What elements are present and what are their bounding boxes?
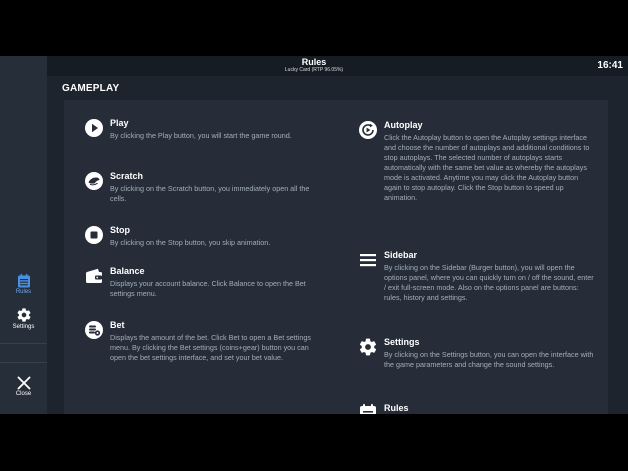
wallet-icon: [86, 268, 102, 283]
gear-icon: [17, 308, 30, 322]
gear-icon: [359, 338, 377, 356]
rules-content[interactable]: GAMEPLAY Play By clicking the Play butto…: [47, 76, 628, 414]
rule-title: Sidebar: [384, 250, 418, 260]
rule-description: By clicking on the Stop button, you skip…: [110, 238, 271, 247]
rule-title: Balance: [110, 266, 145, 276]
sidebar-label-rules: Rules: [15, 289, 32, 295]
section-title: GAMEPLAY: [62, 83, 120, 94]
rule-description: By clicking on the Settings button, you …: [384, 350, 594, 369]
coins-gear-icon: [85, 321, 103, 339]
rule-description: By clicking on the Scratch button, you i…: [110, 184, 310, 203]
sidebar-label-close: Close: [15, 391, 32, 397]
game-screen: Rules Lucky Card (RTP 96.05%) 16:41 Rule…: [0, 56, 628, 414]
sidebar-item-close[interactable]: Close: [0, 376, 47, 398]
rules-panel: Play By clicking the Play button, you wi…: [64, 100, 608, 414]
close-icon: [17, 376, 30, 390]
sidebar: Rules Settings Close: [0, 56, 47, 414]
sidebar-item-rules[interactable]: Rules: [0, 274, 47, 296]
rule-description: Click the Autoplay button to open the Au…: [384, 133, 590, 202]
rule-title: Rules: [384, 403, 409, 413]
sidebar-divider: [0, 343, 47, 344]
rule-title: Scratch: [110, 171, 144, 181]
autoplay-icon: [359, 121, 377, 139]
rules-icon: [17, 274, 30, 288]
rule-description: Displays the amount of the bet. Click Be…: [110, 333, 311, 362]
top-bar: Rules Lucky Card (RTP 96.05%) 16:41: [0, 56, 628, 76]
sidebar-divider: [0, 362, 47, 363]
page-title: Rules: [301, 57, 327, 67]
rule-description: By clicking the Play button, you will st…: [110, 131, 292, 140]
rules-icon: [360, 404, 376, 414]
rule-description: By clicking on the Sidebar (Burger butto…: [384, 263, 594, 302]
rule-title: Play: [110, 118, 129, 128]
sidebar-item-settings[interactable]: Settings: [0, 307, 47, 331]
rule-title: Settings: [384, 337, 420, 347]
clock: 16:41: [597, 60, 623, 71]
rule-description: Displays your account balance. Click Bal…: [110, 279, 306, 298]
title-block: Rules Lucky Card (RTP 96.05%): [0, 57, 628, 74]
scratch-icon: [85, 172, 103, 190]
rule-title: Stop: [110, 225, 130, 235]
sidebar-label-settings: Settings: [12, 324, 35, 330]
rule-title: Bet: [110, 320, 125, 330]
burger-menu-icon: [360, 254, 376, 267]
play-icon: [85, 119, 103, 137]
stop-icon: [85, 226, 103, 244]
game-subtitle: Lucky Card (RTP 96.05%): [284, 67, 344, 73]
rule-title: Autoplay: [384, 120, 423, 130]
